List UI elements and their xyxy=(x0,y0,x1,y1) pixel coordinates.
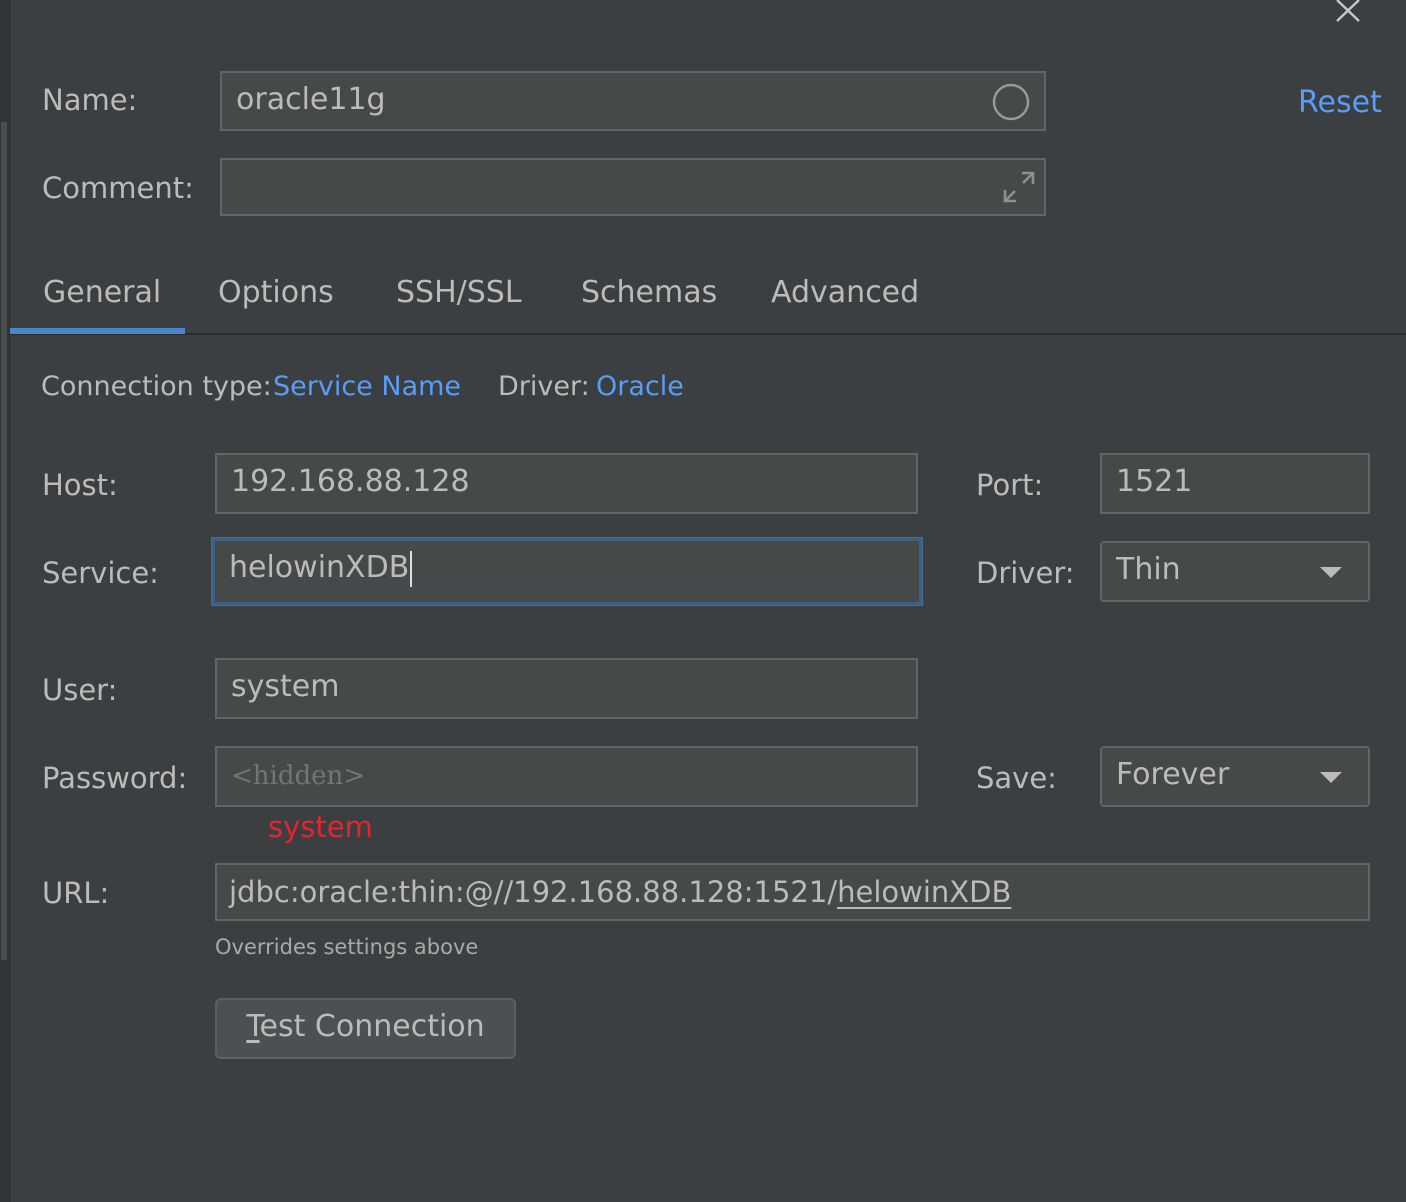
password-label: Password: xyxy=(42,761,188,795)
port-label: Port: xyxy=(976,468,1044,502)
url-input[interactable]: jdbc:oracle:thin:@//192.168.88.128:1521/… xyxy=(215,863,1370,921)
url-label: URL: xyxy=(42,876,110,910)
url-service-link[interactable]: helowinXDB xyxy=(837,875,1011,909)
test-connection-mnemonic: T xyxy=(246,1009,260,1044)
driver-link[interactable]: Oracle xyxy=(596,370,684,404)
service-input[interactable]: helowinXDB xyxy=(212,538,922,605)
user-input[interactable]: system xyxy=(215,658,918,719)
driver-select-value: Thin xyxy=(1116,552,1181,587)
tab-ssh-ssl[interactable]: SSH/SSL xyxy=(396,272,522,314)
name-input[interactable]: oracle11g xyxy=(220,71,1046,131)
save-label: Save: xyxy=(976,761,1057,795)
url-prefix: jdbc:oracle:thin:@//192.168.88.128:1521/ xyxy=(229,875,838,909)
save-select-value: Forever xyxy=(1116,757,1230,792)
chevron-down-icon xyxy=(1320,772,1342,783)
driver-label-top: Driver: xyxy=(498,371,590,402)
password-annotation: system xyxy=(268,810,373,844)
loading-circle-icon xyxy=(992,83,1030,121)
test-connection-label: est Connection xyxy=(259,1009,485,1044)
driver-select[interactable]: Thin xyxy=(1100,541,1370,602)
save-select[interactable]: Forever xyxy=(1100,746,1370,807)
driver-label: Driver: xyxy=(976,556,1075,590)
reset-link[interactable]: Reset xyxy=(1298,86,1382,120)
tab-general[interactable]: General xyxy=(43,272,161,314)
name-label: Name: xyxy=(42,83,138,117)
text-caret xyxy=(410,550,413,587)
host-input[interactable]: 192.168.88.128 xyxy=(215,453,918,514)
service-label: Service: xyxy=(42,556,159,590)
tab-selected-indicator xyxy=(10,328,185,334)
tab-schemas[interactable]: Schemas xyxy=(581,272,717,314)
tab-advanced[interactable]: Advanced xyxy=(771,272,919,314)
tab-options[interactable]: Options xyxy=(218,272,334,314)
connection-type-label: Connection type: xyxy=(41,371,272,402)
password-input[interactable]: <hidden> xyxy=(215,746,918,807)
tab-divider xyxy=(10,333,1406,335)
comment-input[interactable] xyxy=(220,158,1046,216)
url-hint: Overrides settings above xyxy=(215,935,479,959)
user-value: system xyxy=(231,669,340,704)
expand-icon[interactable] xyxy=(1002,170,1036,204)
chevron-down-icon xyxy=(1320,567,1342,578)
comment-label: Comment: xyxy=(42,171,194,205)
password-placeholder: <hidden> xyxy=(231,761,366,791)
close-icon xyxy=(1336,0,1360,22)
left-scrollbar xyxy=(0,0,10,1202)
scrollbar-thumb[interactable] xyxy=(1,122,7,960)
service-value: helowinXDB xyxy=(229,550,410,585)
close-button[interactable] xyxy=(1332,0,1364,24)
port-input[interactable]: 1521 xyxy=(1100,453,1370,514)
name-value: oracle11g xyxy=(236,82,386,117)
host-label: Host: xyxy=(42,468,118,502)
test-connection-button[interactable]: Test Connection xyxy=(215,998,516,1059)
port-value: 1521 xyxy=(1116,464,1193,499)
connection-type-link[interactable]: Service Name xyxy=(273,370,461,404)
host-value: 192.168.88.128 xyxy=(231,464,470,499)
user-label: User: xyxy=(42,673,118,707)
